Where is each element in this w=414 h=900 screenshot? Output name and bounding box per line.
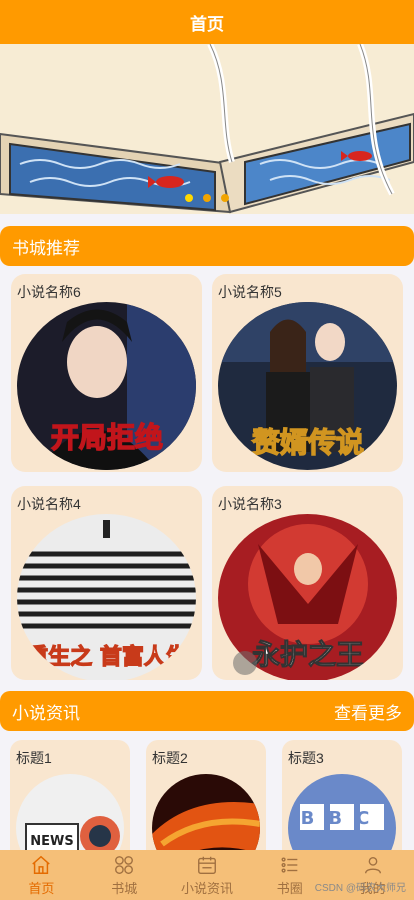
floating-ball-button[interactable]: [233, 651, 257, 675]
recommend-section-title: 书城推荐: [12, 238, 80, 258]
carousel-dot[interactable]: [221, 194, 229, 202]
tab-label: 首页: [28, 880, 55, 896]
book-card[interactable]: 小说名称5 赘婿传说: [212, 274, 403, 472]
book-title: 小说名称6: [17, 284, 81, 300]
book-cover-text: 永护之王: [252, 638, 364, 671]
book-title: 小说名称3: [218, 496, 282, 512]
home-icon: [32, 855, 51, 874]
calendar-icon: [198, 856, 216, 874]
book-cover: 开局拒绝: [17, 302, 196, 470]
book-cover-text: 开局拒绝: [51, 421, 163, 454]
carousel-dot[interactable]: [203, 194, 211, 202]
banner-image: [0, 44, 414, 214]
carousel-dot[interactable]: [185, 194, 193, 202]
watermark: CSDN @码农大师兄: [314, 883, 406, 894]
tab-bookstore[interactable]: 书城: [83, 850, 166, 900]
book-title: 小说名称4: [17, 496, 81, 512]
user-icon: [364, 856, 381, 873]
book-card[interactable]: 小说名称6 开局拒绝: [11, 274, 202, 472]
news-section-title: 小说资讯: [12, 703, 80, 723]
news-section-header: 小说资讯 查看更多: [0, 691, 414, 731]
page-title: 首页: [190, 14, 224, 34]
banner-carousel[interactable]: [0, 44, 414, 214]
carousel-indicator: [0, 194, 414, 202]
tab-label: 书圈: [276, 880, 303, 896]
book-cover-text: 赘婿传说: [252, 426, 364, 459]
tab-label: 书城: [111, 880, 138, 896]
recommend-section-header: 书城推荐: [0, 226, 414, 266]
list-icon: [281, 856, 298, 873]
tab-novel-news[interactable]: 小说资讯: [166, 850, 249, 900]
news-title: 标题3: [288, 750, 324, 766]
news-image-text: BBC: [301, 808, 384, 829]
news-title: 标题1: [16, 750, 52, 766]
book-card[interactable]: 小说名称4 重生之 首富人生: [11, 486, 202, 680]
view-more-link[interactable]: 查看更多: [334, 699, 402, 724]
book-title: 小说名称5: [218, 284, 282, 300]
grid-icon: [115, 855, 134, 874]
news-title: 标题2: [152, 750, 188, 766]
tab-home[interactable]: 首页: [0, 850, 83, 900]
tab-label: 小说资讯: [180, 880, 233, 896]
book-cover: 重生之 首富人生: [17, 514, 196, 680]
book-cover: 赘婿传说: [218, 302, 397, 470]
news-image-text: NEWS: [30, 834, 73, 849]
top-nav-bar: 首页: [0, 0, 414, 44]
book-cover-text: 重生之 首富人生: [26, 644, 188, 670]
